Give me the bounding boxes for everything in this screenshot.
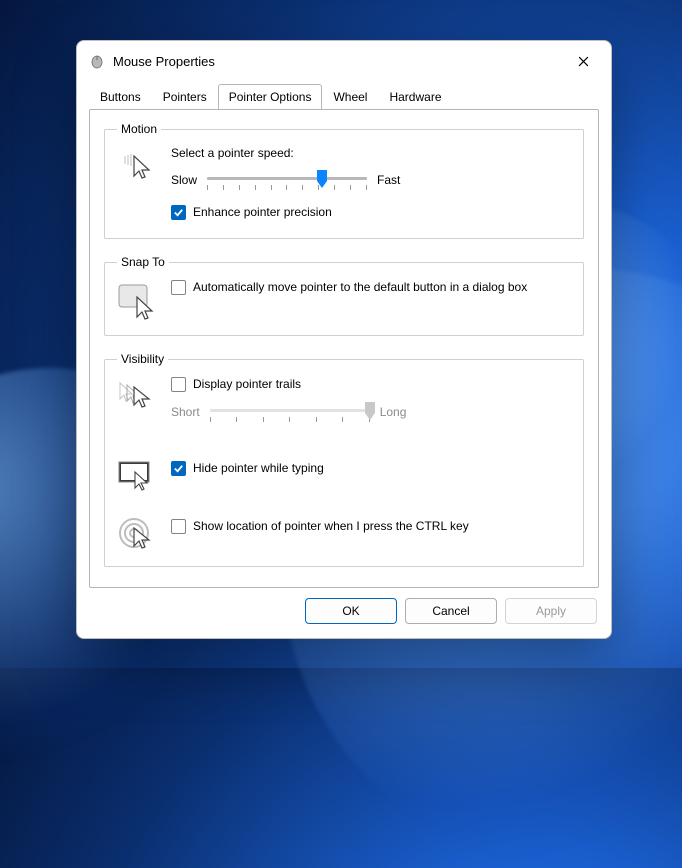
ctrl-locate-icon: [117, 512, 157, 552]
motion-legend: Motion: [117, 122, 161, 136]
hide-typing-label[interactable]: Hide pointer while typing: [193, 460, 324, 476]
enhance-precision-checkbox[interactable]: [171, 205, 186, 220]
ok-button[interactable]: OK: [305, 598, 397, 624]
motion-group: Motion Select a pointer speed: Slow: [104, 122, 584, 239]
ctrl-locate-label[interactable]: Show location of pointer when I press th…: [193, 518, 469, 534]
trails-slider: [210, 400, 370, 424]
speed-fast-label: Fast: [377, 173, 400, 187]
trails-label[interactable]: Display pointer trails: [193, 376, 301, 392]
snapto-legend: Snap To: [117, 255, 169, 269]
tab-content: Motion Select a pointer speed: Slow: [89, 109, 599, 588]
tab-wheel[interactable]: Wheel: [322, 84, 378, 109]
window-title: Mouse Properties: [113, 54, 567, 69]
tab-buttons[interactable]: Buttons: [89, 84, 152, 109]
pointer-speed-label: Select a pointer speed:: [171, 146, 571, 160]
tab-hardware[interactable]: Hardware: [378, 84, 452, 109]
snapto-label[interactable]: Automatically move pointer to the defaul…: [193, 279, 527, 295]
trails-long-label: Long: [380, 405, 407, 419]
mouse-icon: [89, 53, 105, 69]
enhance-precision-label[interactable]: Enhance pointer precision: [193, 204, 332, 220]
visibility-group: Visibility Display pointer trails: [104, 352, 584, 567]
snapto-group: Snap To Automatically move pointer to th…: [104, 255, 584, 336]
tab-pointer-options[interactable]: Pointer Options: [218, 84, 323, 109]
trails-icon: [117, 376, 157, 414]
cancel-button[interactable]: Cancel: [405, 598, 497, 624]
speed-slow-label: Slow: [171, 173, 197, 187]
dialog-button-row: OK Cancel Apply: [77, 598, 611, 638]
hide-typing-icon: [117, 454, 157, 492]
motion-cursor-icon: [117, 146, 157, 186]
ctrl-locate-checkbox[interactable]: [171, 519, 186, 534]
trails-checkbox[interactable]: [171, 377, 186, 392]
tab-pointers[interactable]: Pointers: [152, 84, 218, 109]
hide-typing-checkbox[interactable]: [171, 461, 186, 476]
mouse-properties-dialog: Mouse Properties Buttons Pointers Pointe…: [76, 40, 612, 639]
pointer-speed-slider[interactable]: [207, 168, 367, 192]
apply-button: Apply: [505, 598, 597, 624]
snapto-icon: [117, 279, 157, 321]
close-button[interactable]: [567, 49, 599, 73]
titlebar: Mouse Properties: [77, 41, 611, 79]
trails-short-label: Short: [171, 405, 200, 419]
snapto-checkbox[interactable]: [171, 280, 186, 295]
visibility-legend: Visibility: [117, 352, 168, 366]
tabstrip: Buttons Pointers Pointer Options Wheel H…: [77, 83, 611, 109]
